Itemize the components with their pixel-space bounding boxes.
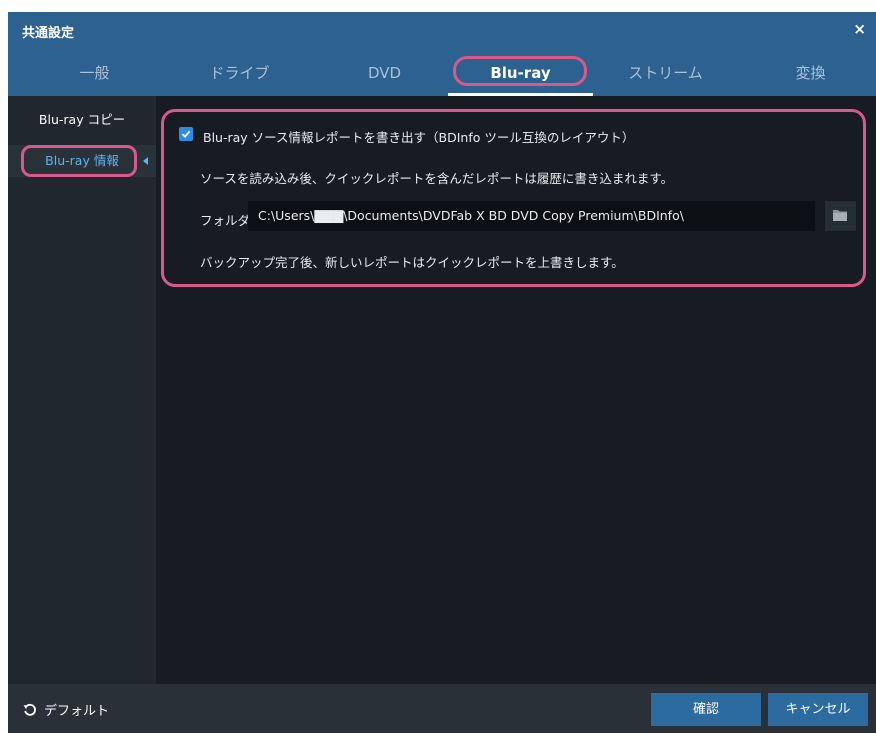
report-description: ソースを読み込み後、クイックレポートを含んだレポートは履歴に書き込まれます。 — [200, 171, 674, 186]
settings-dialog: 共通設定 × 一般 ドライブ DVD Blu-ray ストリーム 変換 Blu-… — [8, 12, 876, 733]
folder-icon — [833, 210, 847, 221]
browse-folder-button[interactable] — [825, 201, 856, 231]
default-button[interactable]: デフォルト — [22, 700, 109, 719]
sidebar-item-bluray-copy[interactable]: Blu-ray コピー — [8, 104, 156, 136]
report-checkbox[interactable] — [179, 127, 193, 141]
overwrite-note: バックアップ完了後、新しいレポートはクイックレポートを上書きします。 — [200, 255, 624, 270]
tab-dvd[interactable]: DVD — [312, 50, 457, 96]
folder-label: フォルダ — [200, 213, 251, 228]
check-icon — [181, 130, 191, 138]
cancel-button[interactable]: キャンセル — [768, 693, 868, 726]
title-bar: 共通設定 × — [8, 12, 876, 50]
ok-button[interactable]: 確認 — [651, 693, 761, 726]
content-panel: Blu-ray ソース情報レポートを書き出す（BDInfo ツール互換のレイアウ… — [156, 96, 876, 684]
folder-path-field[interactable]: C:\Users\▇▇▇\Documents\DVDFab X BD DVD C… — [248, 201, 815, 231]
reset-icon — [23, 703, 36, 716]
report-checkbox-label[interactable]: Blu-ray ソース情報レポートを書き出す（BDInfo ツール互換のレイアウ… — [203, 127, 634, 146]
tab-general[interactable]: 一般 — [22, 50, 167, 96]
dialog-title: 共通設定 — [22, 26, 75, 41]
sidebar-highlight-outline — [21, 145, 137, 177]
close-icon[interactable]: × — [853, 20, 866, 38]
tab-convert[interactable]: 変換 — [738, 50, 876, 96]
tab-highlight-outline — [453, 56, 587, 86]
tab-bar: 一般 ドライブ DVD Blu-ray ストリーム 変換 — [8, 50, 876, 96]
tab-drive[interactable]: ドライブ — [167, 50, 312, 96]
sidebar: Blu-ray コピー Blu-ray 情報 — [8, 96, 156, 684]
default-button-label: デフォルト — [44, 704, 110, 719]
footer-bar: デフォルト 確認 キャンセル — [8, 684, 876, 733]
active-pointer-icon — [143, 157, 148, 165]
tab-stream[interactable]: ストリーム — [593, 50, 738, 96]
sidebar-item-bluray-info[interactable]: Blu-ray 情報 — [8, 145, 156, 177]
tab-bluray[interactable]: Blu-ray — [448, 50, 593, 96]
